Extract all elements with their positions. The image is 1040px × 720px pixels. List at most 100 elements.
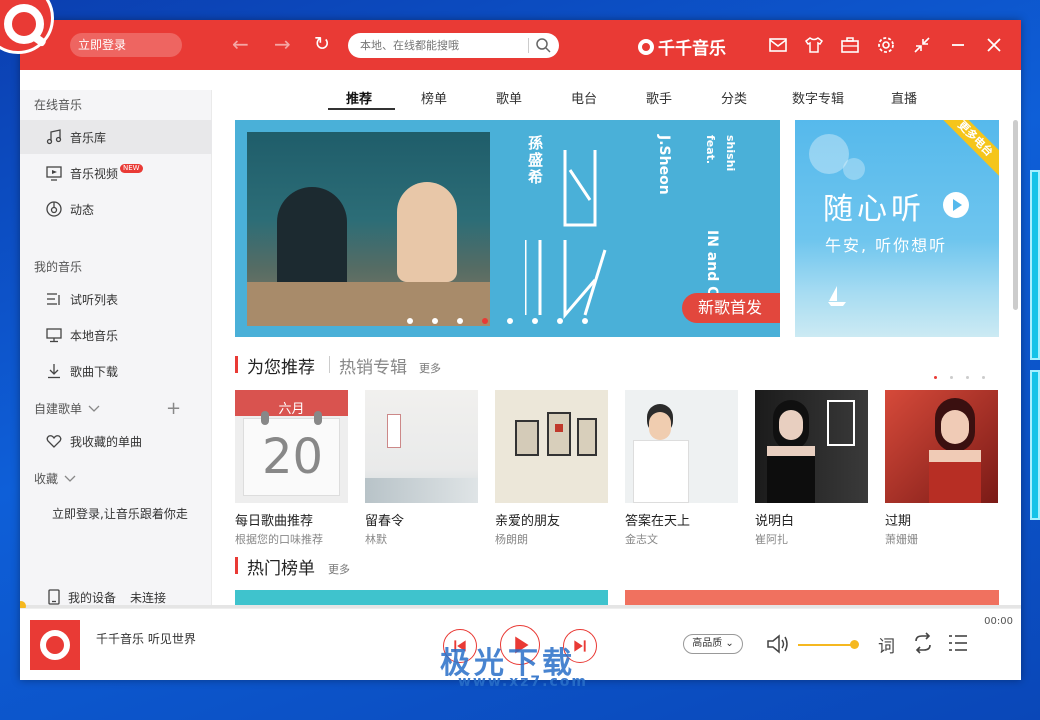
- login-tip-link[interactable]: 立即登录,让音乐跟着你走: [52, 505, 188, 522]
- custom-playlist-heading[interactable]: 自建歌单: [34, 400, 100, 417]
- tab-categories[interactable]: 分类: [721, 88, 747, 107]
- login-button[interactable]: 立即登录: [70, 33, 182, 57]
- radio-banner-subtitle: 午安, 听你想听: [825, 236, 948, 255]
- carousel-dot[interactable]: [432, 318, 438, 324]
- desktop-edge-window: [1030, 170, 1040, 360]
- repeat-icon[interactable]: [912, 632, 934, 654]
- play-circle-icon[interactable]: [943, 192, 969, 218]
- refresh-icon[interactable]: ↻: [314, 33, 330, 55]
- banner-cloud-small: [843, 158, 865, 180]
- skin-icon[interactable]: [804, 35, 824, 55]
- carousel-dot[interactable]: [557, 318, 563, 324]
- banner-cta-new-release[interactable]: 新歌首发: [682, 293, 780, 323]
- sidebar-item-local-music[interactable]: 本地音乐: [20, 318, 212, 352]
- section-title-hot-albums[interactable]: 热销专辑: [339, 353, 407, 378]
- card-title: 留春令: [365, 514, 405, 529]
- collection-heading[interactable]: 收藏: [34, 470, 76, 487]
- video-icon: [46, 166, 62, 181]
- hot-chart-card-1[interactable]: [235, 590, 608, 605]
- chevron-down-icon: [64, 475, 76, 482]
- radio-banner[interactable]: 随心听 午安, 听你想听 更多电台: [795, 120, 999, 337]
- sidebar-item-downloads[interactable]: 歌曲下载: [20, 354, 212, 388]
- card-album[interactable]: 过期 萧姗姗: [885, 390, 998, 547]
- brand-name: 千千音乐: [658, 39, 726, 59]
- section-accent-bar: [235, 356, 238, 373]
- desktop-edge-window-2: [1030, 370, 1040, 520]
- recommend-more-link[interactable]: 更多: [419, 360, 441, 376]
- search-input[interactable]: [360, 36, 520, 55]
- sidebar-item-favorite-songs[interactable]: 我收藏的单曲: [20, 424, 212, 458]
- tab-digital-albums[interactable]: 数字专辑: [792, 88, 844, 107]
- playlist-icon: [47, 293, 60, 305]
- chevron-down-icon: [88, 405, 100, 412]
- section-title-hot-charts[interactable]: 热门榜单: [247, 554, 315, 579]
- pager-dot[interactable]: [982, 376, 985, 379]
- search-box: [348, 33, 559, 58]
- custom-playlist-label: 自建歌单: [34, 402, 83, 416]
- card-daily-recommend[interactable]: 六月 20 每日歌曲推荐 根据您的口味推荐: [235, 390, 348, 547]
- album-cover: [495, 390, 608, 503]
- monitor-icon: [46, 328, 62, 343]
- tab-playlists[interactable]: 歌单: [496, 88, 522, 107]
- cover-heart: [555, 424, 563, 432]
- back-arrow-icon[interactable]: ←: [232, 34, 249, 54]
- forward-arrow-icon[interactable]: →: [274, 34, 291, 54]
- minimize-icon[interactable]: [948, 35, 968, 55]
- pager-dot[interactable]: [966, 376, 969, 379]
- card-album[interactable]: 亲爱的朋友 杨朗朗: [495, 390, 608, 547]
- cover-title-art: [695, 404, 725, 464]
- now-playing-cover[interactable]: [30, 620, 80, 670]
- carousel-dot-active[interactable]: [482, 318, 488, 324]
- quality-selector[interactable]: 高品质 ⌄: [683, 634, 743, 654]
- brand-q-icon: [638, 38, 654, 55]
- playlist-queue-icon[interactable]: [948, 633, 968, 653]
- card-album[interactable]: 说明白 崔阿扎: [755, 390, 868, 547]
- pager-dot-active[interactable]: [934, 376, 937, 379]
- sidebar-item-music-video[interactable]: 音乐视频 NEW: [20, 156, 212, 190]
- toolbox-icon[interactable]: [840, 35, 860, 55]
- pager-dot[interactable]: [950, 376, 953, 379]
- tab-artists[interactable]: 歌手: [646, 88, 672, 107]
- carousel-dot[interactable]: [532, 318, 538, 324]
- carousel-dot[interactable]: [407, 318, 413, 324]
- card-album[interactable]: 留春令 林默: [365, 390, 478, 547]
- sailboat-icon: [828, 286, 846, 306]
- radio-banner-title: 随心听: [823, 192, 925, 227]
- carousel-dot[interactable]: [582, 318, 588, 324]
- volume-slider[interactable]: [798, 644, 854, 646]
- sidebar-item-play-queue[interactable]: 试听列表: [20, 282, 212, 316]
- hot-chart-card-2[interactable]: [625, 590, 999, 605]
- cover-scribble: [827, 400, 855, 446]
- volume-knob[interactable]: [850, 640, 859, 649]
- section-title-recommend[interactable]: 为您推荐: [247, 353, 315, 378]
- sidebar-item-feed[interactable]: 动态: [20, 192, 212, 226]
- cover-dress: [929, 450, 981, 503]
- sidebar-item-label: 试听列表: [70, 292, 119, 307]
- card-album[interactable]: 答案在天上 金志文: [625, 390, 738, 547]
- add-playlist-plus-icon[interactable]: +: [166, 398, 181, 419]
- more-radio-ribbon[interactable]: 更多电台: [933, 120, 999, 181]
- sidebar-item-label: 音乐库: [70, 130, 107, 145]
- tab-radio[interactable]: 电台: [571, 88, 597, 107]
- volume-icon[interactable]: [766, 633, 790, 655]
- card-subtitle: 金志文: [625, 533, 658, 546]
- mini-mode-icon[interactable]: [912, 35, 932, 55]
- tab-recommend[interactable]: 推荐: [346, 88, 372, 107]
- lyrics-button[interactable]: 词: [878, 632, 895, 657]
- hot-more-link[interactable]: 更多: [328, 561, 350, 577]
- tab-charts[interactable]: 榜单: [421, 88, 447, 107]
- tab-live[interactable]: 直播: [891, 88, 917, 107]
- cover-figure: [577, 418, 597, 456]
- main-banner[interactable]: 孫盛希 J.Sheon feat. IN and OUT shishi 新歌首发: [235, 120, 780, 337]
- mail-icon[interactable]: [768, 35, 788, 55]
- main-scrollbar[interactable]: [1013, 120, 1018, 310]
- carousel-dot[interactable]: [507, 318, 513, 324]
- search-icon[interactable]: [534, 36, 552, 54]
- app-logo-icon: [4, 4, 44, 44]
- calendar-month: 六月: [278, 402, 305, 417]
- sidebar-item-music-library[interactable]: 音乐库: [20, 120, 212, 154]
- close-icon[interactable]: [984, 35, 1004, 55]
- carousel-dot[interactable]: [457, 318, 463, 324]
- search-divider: [528, 38, 529, 53]
- settings-gear-icon[interactable]: [876, 35, 896, 55]
